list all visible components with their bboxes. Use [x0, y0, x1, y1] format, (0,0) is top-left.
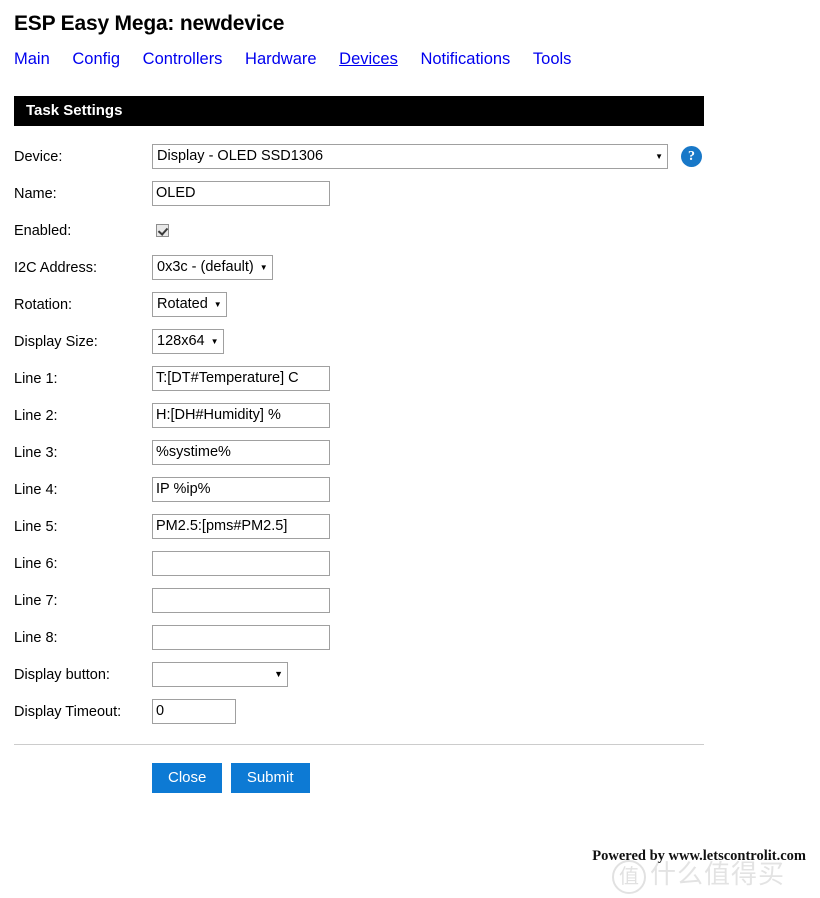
line-2-input[interactable]: H:[DH#Humidity] % [152, 403, 330, 428]
form-row-i2c-address: I2C Address: 0x3c - (default) ▼ [14, 249, 704, 286]
line-8-input[interactable] [152, 625, 330, 650]
form-row-enabled: Enabled: [14, 212, 704, 249]
page-title: ESP Easy Mega: newdevice [14, 12, 285, 35]
device-select[interactable]: Display - OLED SSD1306 ▼ [152, 144, 668, 169]
form-row-line-3: Line 3: %systime% [14, 434, 704, 471]
task-settings-form: Device: Display - OLED SSD1306 ▼ ? Name:… [14, 138, 704, 730]
chevron-down-icon: ▼ [259, 263, 268, 272]
nav-item-hardware[interactable]: Hardware [245, 50, 317, 69]
form-row-line-6: Line 6: [14, 545, 704, 582]
watermark-logo-icon: 值 [612, 860, 646, 894]
form-row-line-8: Line 8: [14, 619, 704, 656]
name-label: Name: [14, 185, 57, 202]
display-button-label: Display button: [14, 666, 110, 683]
nav-item-tools[interactable]: Tools [533, 50, 572, 69]
close-button[interactable]: Close [152, 763, 223, 793]
i2c-address-select[interactable]: 0x3c - (default) ▼ [152, 255, 273, 280]
line-7-label: Line 7: [14, 592, 58, 609]
display-button-select[interactable]: ▼ [152, 662, 288, 687]
section-header-task-settings: Task Settings [14, 96, 704, 126]
form-row-line-5: Line 5: PM2.5:[pms#PM2.5] [14, 508, 704, 545]
footer-credit: Powered by www.letscontrolit.com [592, 848, 806, 864]
chevron-down-icon: ▼ [210, 337, 219, 346]
form-row-line-1: Line 1: T:[DT#Temperature] C [14, 360, 704, 397]
form-row-rotation: Rotation: Rotated ▼ [14, 286, 704, 323]
line-5-input[interactable]: PM2.5:[pms#PM2.5] [152, 514, 330, 539]
form-row-display-button: Display button: ▼ [14, 656, 704, 693]
line-6-label: Line 6: [14, 555, 58, 572]
i2c-address-value: 0x3c - (default) [157, 259, 254, 275]
chevron-down-icon: ▼ [213, 300, 222, 309]
page-root: ESP Easy Mega: newdevice Main Config Con… [0, 0, 820, 898]
nav-item-config[interactable]: Config [72, 50, 120, 69]
line-6-input[interactable] [152, 551, 330, 576]
enabled-label: Enabled: [14, 222, 72, 239]
line-2-label: Line 2: [14, 407, 58, 424]
form-row-line-2: Line 2: H:[DH#Humidity] % [14, 397, 704, 434]
line-8-label: Line 8: [14, 629, 58, 646]
form-actions: Close Submit [152, 763, 820, 793]
line-3-label: Line 3: [14, 444, 58, 461]
rotation-label: Rotation: [14, 296, 73, 313]
line-1-input[interactable]: T:[DT#Temperature] C [152, 366, 330, 391]
i2c-address-label: I2C Address: [14, 259, 98, 276]
line-5-label: Line 5: [14, 518, 58, 535]
device-label: Device: [14, 148, 63, 165]
form-row-line-7: Line 7: [14, 582, 704, 619]
nav-item-main[interactable]: Main [14, 50, 50, 69]
enabled-checkbox[interactable] [156, 224, 169, 238]
main-navigation: Main Config Controllers Hardware Devices… [0, 36, 820, 69]
device-select-value: Display - OLED SSD1306 [157, 148, 324, 164]
form-row-display-timeout: Display Timeout: 0 [14, 693, 704, 730]
display-timeout-label: Display Timeout: [14, 703, 122, 720]
nav-item-controllers[interactable]: Controllers [143, 50, 223, 69]
display-size-label: Display Size: [14, 333, 98, 350]
line-1-label: Line 1: [14, 370, 58, 387]
form-row-line-4: Line 4: IP %ip% [14, 471, 704, 508]
line-4-label: Line 4: [14, 481, 58, 498]
submit-button[interactable]: Submit [230, 763, 310, 793]
chevron-down-icon: ▼ [274, 669, 283, 679]
line-7-input[interactable] [152, 588, 330, 613]
display-timeout-input[interactable]: 0 [152, 699, 236, 724]
rotation-select[interactable]: Rotated ▼ [152, 292, 227, 317]
rotation-value: Rotated [157, 296, 208, 312]
display-size-value: 128x64 [157, 333, 205, 349]
form-divider [14, 744, 704, 745]
nav-item-devices[interactable]: Devices [339, 50, 398, 69]
display-size-select[interactable]: 128x64 ▼ [152, 329, 224, 354]
line-4-input[interactable]: IP %ip% [152, 477, 330, 502]
name-input[interactable]: OLED [152, 181, 330, 206]
chevron-down-icon: ▼ [655, 152, 663, 161]
form-row-name: Name: OLED [14, 175, 704, 212]
form-row-device: Device: Display - OLED SSD1306 ▼ ? [14, 138, 704, 175]
help-question-icon[interactable]: ? [681, 146, 703, 167]
line-3-input[interactable]: %systime% [152, 440, 330, 465]
nav-item-notifications[interactable]: Notifications [420, 50, 510, 69]
form-row-display-size: Display Size: 128x64 ▼ [14, 323, 704, 360]
